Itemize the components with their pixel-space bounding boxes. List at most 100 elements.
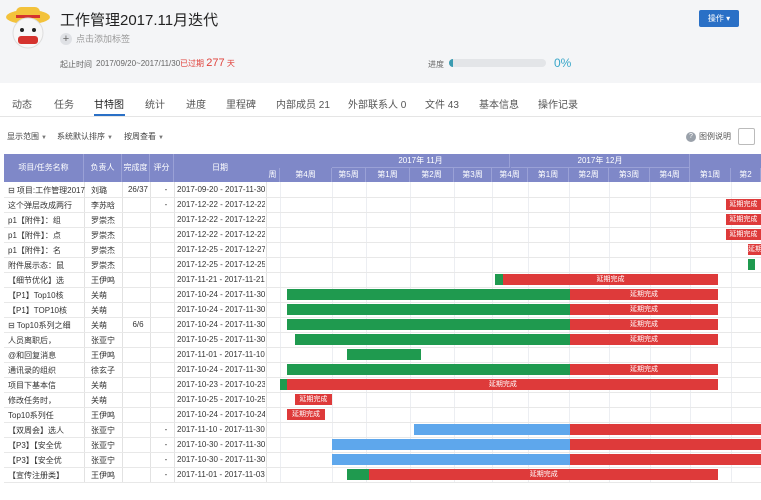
gantt-bar[interactable]: 延期完成 <box>569 364 719 375</box>
row-owner: 张亚宁 <box>91 336 115 345</box>
gantt-bar[interactable]: 延期完成 <box>294 394 332 405</box>
row-owner: 关萌 <box>91 321 107 330</box>
row-owner: 王伊鸣 <box>91 411 115 420</box>
row-owner: 王伊鸣 <box>91 351 115 360</box>
overdue-days: 277 <box>206 57 225 69</box>
gantt-bar[interactable] <box>332 439 570 450</box>
week-label: 第4周 <box>280 168 332 182</box>
tab-6[interactable]: 内部成员 21 <box>276 96 330 111</box>
row-date: 2017-11-21 - 2017-11-21 <box>177 275 265 284</box>
row-name[interactable]: p1【附件】：点 <box>8 230 88 241</box>
progress-label: 进度 <box>428 60 444 69</box>
gantt-bar[interactable] <box>287 364 570 375</box>
sort-dropdown[interactable]: 系统默认排序 ▼ <box>57 131 113 142</box>
gantt-bar[interactable]: 延期完成 <box>569 289 719 300</box>
gantt-bar[interactable]: 延期完成 <box>287 409 325 420</box>
tab-8[interactable]: 文件 43 <box>425 96 459 111</box>
gantt-bar[interactable]: 延期完成 <box>725 199 761 210</box>
tab-5[interactable]: 里程碑 <box>226 96 256 111</box>
tab-4[interactable]: 进度 <box>186 96 206 111</box>
row-done: 6/6 <box>132 320 144 329</box>
active-tab-underline <box>94 114 125 116</box>
row-name[interactable]: Top10系列任 <box>8 410 88 421</box>
row-name[interactable]: p1【附件】：组 <box>8 215 88 226</box>
gantt-bar[interactable] <box>294 334 570 345</box>
tab-2[interactable]: 甘特图 <box>94 96 124 111</box>
gantt-bar[interactable]: 延期完成 <box>502 274 719 285</box>
row-owner: 张亚宁 <box>91 426 115 435</box>
row-name[interactable]: 人员离职后， <box>8 335 88 346</box>
row-date: 2017-10-24 - 2017-11-30 <box>177 365 265 374</box>
chevron-down-icon: ▼ <box>107 135 113 141</box>
row-name[interactable]: @和回复消息 <box>8 350 88 361</box>
row-name[interactable]: 【P1】Top10核 <box>8 290 88 301</box>
gantt-bar[interactable]: 延期完成 <box>725 229 761 240</box>
col-date: 日期 <box>212 163 228 172</box>
operations-button[interactable]: 操作 ▾ <box>699 10 739 27</box>
row-date: 2017-10-25 - 2017-10-25 <box>177 395 265 404</box>
row-score: - <box>164 455 168 464</box>
row-divider <box>4 302 761 303</box>
gantt-bar[interactable] <box>569 454 761 465</box>
row-divider <box>4 317 761 318</box>
row-name[interactable]: p1【附件】：名 <box>8 245 88 256</box>
gantt-bar[interactable]: 延期完成 <box>569 334 719 345</box>
row-date: 2017-10-24 - 2017-11-30 <box>177 305 265 314</box>
gantt-bar[interactable] <box>346 349 422 360</box>
gantt-bar[interactable] <box>413 424 570 435</box>
row-name[interactable]: 【P1】TOP10核 <box>8 305 88 316</box>
row-name[interactable]: ⊟ Top10系列之细 <box>8 320 88 331</box>
tab-3[interactable]: 统计 <box>145 96 165 111</box>
gantt-bar[interactable]: 延期完成 <box>725 214 761 225</box>
row-name[interactable]: 【细节优化】选 <box>8 275 88 286</box>
week-label: 第3周 <box>454 168 492 182</box>
gantt-bar[interactable] <box>495 274 503 285</box>
gantt-bar[interactable]: 延期完成 <box>569 304 719 315</box>
row-divider <box>4 422 761 423</box>
tab-0[interactable]: 动态 <box>12 96 32 111</box>
fit-screen-icon[interactable] <box>738 128 755 145</box>
gantt-bar[interactable] <box>280 379 288 390</box>
row-name[interactable]: 【P3】【安全优 <box>8 455 88 466</box>
tab-10[interactable]: 操作记录 <box>538 96 578 111</box>
gantt-bar[interactable] <box>346 469 370 480</box>
gantt-bar[interactable] <box>287 304 570 315</box>
tab-7[interactable]: 外部联系人 0 <box>348 96 406 111</box>
row-name[interactable]: ⊟ 项目:工作管理2017 <box>8 185 88 196</box>
gantt-bar[interactable]: 延期完成 <box>748 244 761 255</box>
row-owner: 刘璐 <box>91 186 107 195</box>
add-tag-link[interactable]: + 点击添加标签 <box>60 32 130 45</box>
tab-bar: 动态 任务 甘特图 统计 进度 里程碑 内部成员 21 外部联系人 0 文件 43 基本信息 操作记… <box>0 90 761 117</box>
row-date: 2017-11-01 - 2017-11-03 <box>177 470 265 479</box>
gantt-bar[interactable] <box>287 289 570 300</box>
row-score: - <box>164 425 168 434</box>
progress-percent: 0% <box>554 56 572 70</box>
scope-dropdown[interactable]: 显示范围 ▼ <box>7 131 47 142</box>
view-dropdown[interactable]: 按周查看 ▼ <box>124 131 164 142</box>
table-header: 项目/任务名称 负责人 完成度 评分 日期 <box>4 154 266 182</box>
row-name[interactable]: 【P3】【安全优 <box>8 440 88 451</box>
gantt-bar[interactable] <box>287 319 570 330</box>
row-divider <box>4 407 761 408</box>
gantt-bar[interactable] <box>332 454 570 465</box>
gantt-bar[interactable] <box>569 424 761 435</box>
legend-help-link[interactable]: ? 图例说明 <box>686 131 731 142</box>
row-name[interactable]: 修改任务时， <box>8 395 88 406</box>
gantt-bar[interactable]: 延期完成 <box>569 319 719 330</box>
tab-1[interactable]: 任务 <box>54 96 74 111</box>
row-divider <box>4 437 761 438</box>
row-name[interactable]: 这个弹层改成两行 <box>8 200 88 211</box>
gantt-bar[interactable] <box>569 439 761 450</box>
gantt-bar[interactable]: 延期完成 <box>287 379 719 390</box>
row-name[interactable]: 附件展示态：鼠 <box>8 260 88 271</box>
tab-9[interactable]: 基本信息 <box>479 96 519 111</box>
row-name[interactable]: 【宣传注册类】 <box>8 470 88 481</box>
row-name[interactable]: 【双周会】选人 <box>8 425 88 436</box>
gantt-bar[interactable]: 延期完成 <box>369 469 719 480</box>
row-name[interactable]: 项目下基本信 <box>8 380 88 391</box>
row-name[interactable]: 通讯录的组织 <box>8 365 88 376</box>
overdue-suffix: 天 <box>226 59 235 68</box>
gantt-bar[interactable] <box>748 259 756 270</box>
row-date: 2017-10-24 - 2017-11-30 <box>177 290 265 299</box>
week-label: 第1周 <box>366 168 410 182</box>
